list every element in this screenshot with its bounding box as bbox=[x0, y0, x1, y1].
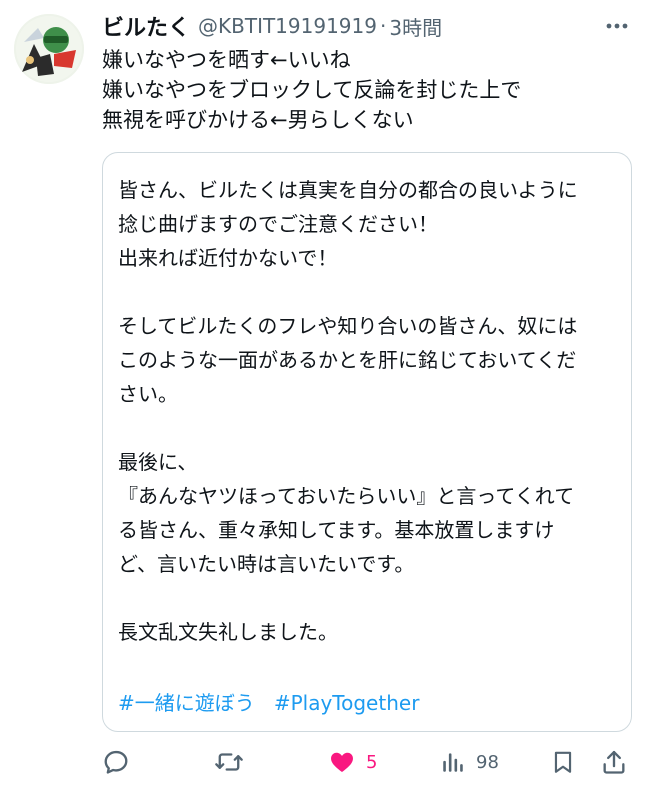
tweet-text: 嫌いなやつを晒す←いいね 嫌いなやつをブロックして反論を封じた上で 無視を呼びか… bbox=[102, 45, 632, 135]
bookmark-icon bbox=[554, 751, 572, 773]
quote-line: 長文乱文失礼しました。 bbox=[118, 620, 338, 644]
share-icon bbox=[603, 750, 625, 774]
quoted-tweet-card[interactable]: 皆さん、ビルたくは真実を自分の都合の良いように 捻じ曲げますのでご注意ください！… bbox=[102, 152, 632, 732]
views-bar-chart-icon bbox=[443, 753, 463, 772]
quote-blank-line bbox=[118, 581, 623, 615]
quote-blank-line bbox=[118, 411, 623, 445]
quote-line: ど、言いたい時は言いたいです。 bbox=[118, 552, 415, 576]
retweet-button[interactable] bbox=[214, 744, 254, 780]
quote-line: る皆さん、重々承知してます。基本放置しますけ bbox=[118, 518, 555, 542]
tweet-line: 嫌いなやつをブロックして反論を封じた上で bbox=[102, 78, 522, 102]
more-options-icon[interactable] bbox=[602, 14, 632, 38]
bookmark-button[interactable] bbox=[550, 744, 576, 780]
quote-line: 皆さん、ビルたくは真実を自分の都合の良いように bbox=[118, 178, 578, 202]
reply-button[interactable] bbox=[102, 744, 140, 780]
quoted-tweet-text: 皆さん、ビルたくは真実を自分の都合の良いように 捻じ曲げますのでご注意ください！… bbox=[118, 173, 623, 649]
hashtag-link[interactable]: #PlayTogether bbox=[274, 691, 420, 715]
tweet-line: 無視を呼びかける←男らしくない bbox=[102, 108, 414, 132]
share-button[interactable] bbox=[600, 744, 628, 780]
like-button[interactable]: 5 bbox=[328, 744, 377, 780]
hashtag-spacer bbox=[261, 691, 267, 715]
tweet-header: ビルたく @KBTIT19191919 · 3時間 bbox=[102, 8, 632, 44]
quote-line: 最後に、 bbox=[118, 450, 198, 474]
avatar-image bbox=[14, 14, 84, 84]
quote-line: このような一面があるかとを肝に銘じておいてくだ bbox=[118, 348, 577, 372]
quote-line: 出来れば近付かないで！ bbox=[118, 246, 338, 270]
user-handle[interactable]: @KBTIT19191919 bbox=[198, 14, 377, 38]
timestamp[interactable]: 3時間 bbox=[389, 12, 442, 41]
views-count: 98 bbox=[476, 751, 499, 773]
action-bar: 5 98 bbox=[102, 744, 632, 780]
retweet-icon bbox=[215, 753, 243, 771]
quote-line: 捻じ曲げますのでご注意ください！ bbox=[118, 212, 438, 236]
display-name[interactable]: ビルたく bbox=[102, 10, 190, 42]
tweet-line: 嫌いなやつを晒す←いいね bbox=[102, 48, 351, 72]
quote-line: 『あんなヤツほっておいたらいい』と言ってくれて bbox=[118, 484, 575, 508]
hashtag-row: #一緒に遊ぼう #PlayTogether bbox=[118, 688, 419, 718]
heart-icon bbox=[331, 752, 353, 773]
avatar[interactable] bbox=[14, 14, 84, 84]
reply-icon bbox=[104, 750, 128, 774]
hashtag-link[interactable]: #一緒に遊ぼう bbox=[118, 691, 255, 715]
like-count: 5 bbox=[366, 751, 378, 773]
quote-line: そしてビルたくのフレや知り合いの皆さん、奴には bbox=[118, 314, 578, 338]
quote-line: さい。 bbox=[118, 382, 178, 406]
tweet[interactable]: ビルたく @KBTIT19191919 · 3時間 嫌いなやつを晒す←いいね 嫌… bbox=[0, 0, 648, 800]
quote-blank-line bbox=[118, 275, 623, 309]
views-button[interactable]: 98 bbox=[440, 744, 499, 780]
separator-dot: · bbox=[379, 14, 387, 38]
